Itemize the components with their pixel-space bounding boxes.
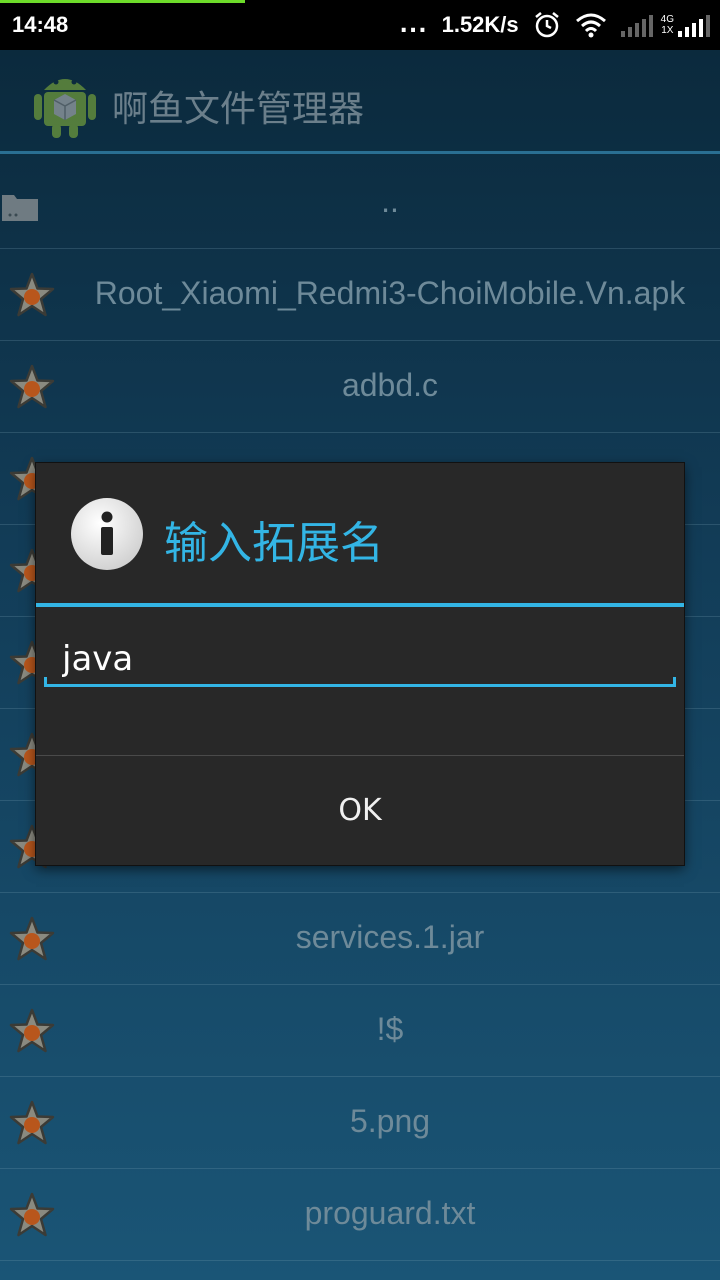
network-type-1x: 1X [661, 25, 674, 36]
file-name: adbd.c [341, 367, 439, 403]
star-icon [9, 272, 55, 317]
info-icon [71, 498, 143, 570]
status-icons: ... 1.52K/s 4G 1X [400, 10, 710, 40]
status-bar: 14:48 ... 1.52K/s 4G 1X [0, 0, 720, 50]
more-notifications: ... [399, 12, 428, 38]
file-row[interactable]: proguard.txt [0, 1169, 720, 1261]
alarm-icon [534, 12, 559, 38]
file-name: Root_Xiaomi_Redmi3-ChoiMobile.Vn.apk [94, 275, 686, 311]
network-type: 4G 1X [661, 14, 674, 36]
load-progress-bar [0, 0, 245, 3]
file-name: !$ [376, 1011, 404, 1047]
input-underline-tick-left [44, 677, 47, 687]
action-bar: 啊鱼文件管理器 [0, 50, 720, 154]
star-icon [9, 1100, 55, 1145]
star-icon [9, 364, 55, 409]
dialog-header: 输入拓展名 [36, 463, 684, 607]
extension-dialog: 输入拓展名 OK [36, 463, 684, 865]
star-icon [9, 1008, 55, 1053]
network-speed: 1.52K/s [441, 12, 519, 37]
input-underline-tick-right [673, 677, 676, 687]
status-time: 14:48 [12, 12, 69, 37]
folder-icon [2, 195, 38, 221]
file-row[interactable]: 5.png [0, 1077, 720, 1169]
extension-input[interactable] [44, 633, 676, 685]
file-name: .. [381, 183, 399, 219]
file-row[interactable]: Root_Xiaomi_Redmi3-ChoiMobile.Vn.apk [0, 249, 720, 341]
extension-field [44, 633, 676, 689]
app-title: 啊鱼文件管理器 [112, 89, 365, 130]
input-underline [44, 684, 676, 687]
wifi-icon [575, 13, 606, 38]
ok-button[interactable]: OK [36, 756, 684, 865]
file-name: services.1.jar [295, 919, 485, 955]
file-name: proguard.txt [304, 1195, 476, 1231]
signal-icon [678, 15, 710, 37]
file-row[interactable]: services.1.jar [0, 893, 720, 985]
star-icon [9, 1192, 55, 1237]
network-type-4g: 4G [660, 14, 674, 25]
android-icon[interactable] [32, 66, 98, 140]
file-row-parent[interactable]: .. [0, 157, 720, 249]
dialog-title: 输入拓展名 [164, 518, 384, 569]
file-row[interactable]: adbd.c [0, 341, 720, 433]
cellular-group: 4G 1X [620, 13, 710, 37]
signal-empty-icon [620, 15, 653, 37]
dialog-button-bar: OK [36, 755, 684, 865]
file-name: 5.png [349, 1103, 431, 1139]
file-row[interactable]: !$ [0, 985, 720, 1077]
star-icon [9, 916, 55, 961]
